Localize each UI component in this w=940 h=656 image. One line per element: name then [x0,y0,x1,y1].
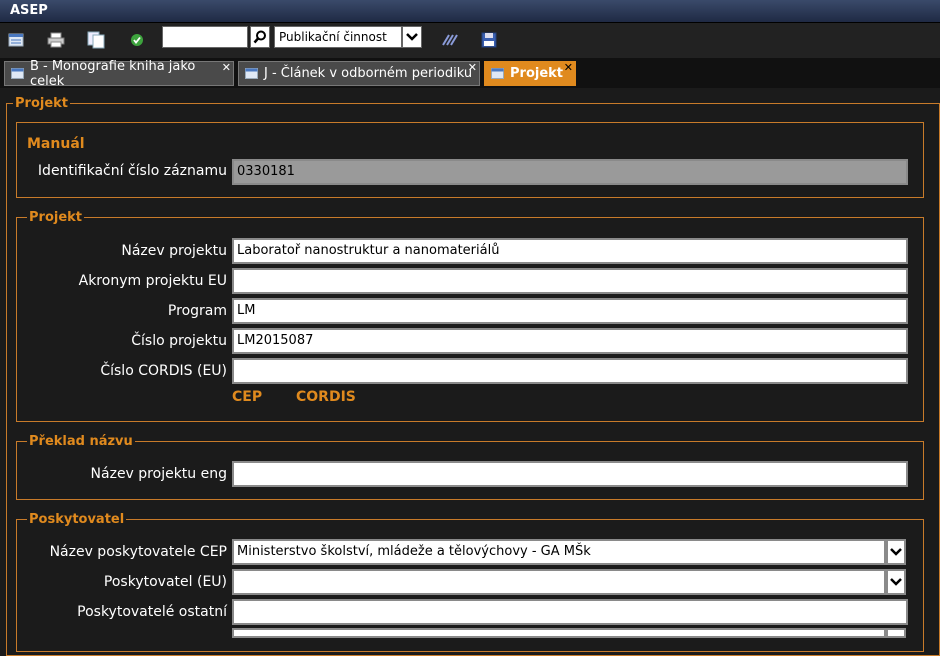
tools-icon[interactable] [440,30,460,50]
program-field[interactable]: LM [232,298,908,324]
provider-next-field[interactable] [232,628,886,638]
cordis-number-field[interactable] [232,358,908,384]
provider-eu-label: Poskytovatel (EU) [103,574,227,590]
cep-link[interactable]: CEP [232,389,262,405]
document-icon [11,68,24,79]
provider-eu-select[interactable] [232,569,886,595]
provider-legend: Poskytovatel [29,512,125,527]
project-legend: Projekt [29,210,83,225]
main-content: Projekt Manuál Identifikační číslo zázna… [0,88,940,656]
tab-monografie[interactable]: B - Monografie kniha jako celek ✕ [4,58,234,89]
cordis-link[interactable]: CORDIS [296,389,356,405]
chevron-down-icon[interactable] [402,26,422,48]
close-icon[interactable]: ✕ [222,62,231,73]
provider-cep-select[interactable]: Ministerstvo školství, mládeže a tělovýc… [232,539,886,565]
project-name-field[interactable]: Laboratoř nanostruktur a nanomateriálů [232,238,908,264]
id-label: Identifikační číslo záznamu [37,163,227,179]
close-icon[interactable]: ✕ [564,62,573,73]
category-select[interactable]: Publikační činnost [274,26,402,48]
document-icon [491,68,504,79]
search-input[interactable] [162,26,248,48]
translation-legend: Překlad názvu [29,434,133,449]
project-name-eng-field[interactable] [232,461,908,487]
outer-legend: Projekt [15,96,69,111]
copy-icon[interactable] [86,30,106,50]
chevron-down-icon[interactable] [886,539,906,565]
tab-clanek[interactable]: J - Článek v odborném periodiku ✕ [238,61,480,86]
tab-label: Projekt [510,66,564,81]
project-number-field[interactable]: LM2015087 [232,328,908,354]
chevron-down-icon[interactable] [886,569,906,595]
document-icon [245,68,258,79]
tab-label: J - Článek v odborném periodiku [264,66,473,81]
chevron-down-icon[interactable] [886,628,906,638]
app-title: ASEP [10,3,48,18]
id-field: 0330181 [232,159,908,185]
project-name-label: Název projektu [121,243,227,259]
provider-other-field[interactable] [232,599,908,625]
list-icon[interactable] [6,30,26,50]
save-icon[interactable] [479,30,499,50]
title-bar: ASEP [0,0,940,23]
tab-bar: B - Monografie kniha jako celek ✕ J - Čl… [0,58,940,89]
tab-label: B - Monografie kniha jako celek [29,58,196,89]
project-number-label: Číslo projektu [131,333,227,349]
program-label: Program [167,303,227,319]
manual-heading: Manuál [27,136,85,152]
toolbar: Publikační činnost [0,23,940,58]
tab-projekt[interactable]: Projekt ✕ [484,61,576,86]
close-icon[interactable]: ✕ [468,62,477,73]
search-icon[interactable] [250,26,270,48]
acronym-field[interactable] [232,268,908,294]
acronym-label: Akronym projektu EU [78,273,227,289]
cordis-number-label: Číslo CORDIS (EU) [100,363,227,379]
print-icon[interactable] [46,30,66,50]
provider-cep-label: Název poskytovatele CEP [49,544,227,560]
project-name-eng-label: Název projektu eng [90,466,227,482]
check-icon[interactable] [127,30,147,50]
provider-other-label: Poskytovatelé ostatní [77,604,227,620]
